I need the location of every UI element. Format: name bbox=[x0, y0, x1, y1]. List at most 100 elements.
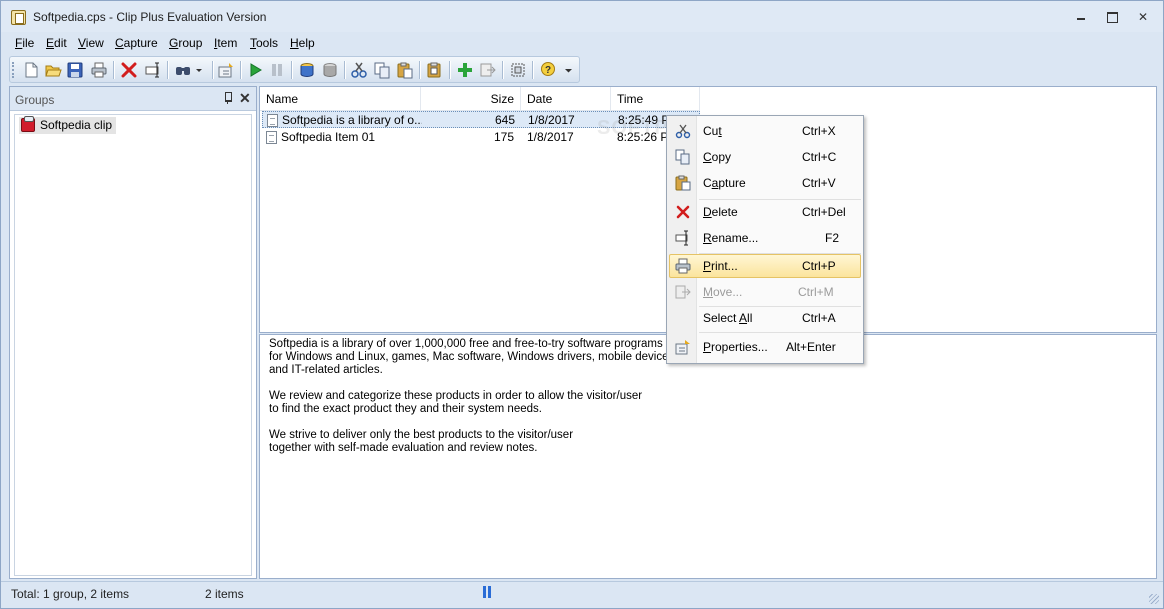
toolbar-separator bbox=[449, 61, 450, 79]
open-icon[interactable] bbox=[44, 61, 62, 79]
find-icon[interactable] bbox=[174, 61, 192, 79]
menu-item[interactable]: Item bbox=[214, 36, 237, 50]
menu-label: roup bbox=[178, 36, 203, 50]
help-icon[interactable]: ? bbox=[539, 61, 557, 79]
row-date: 1/8/2017 bbox=[528, 113, 575, 127]
start-capture-icon[interactable] bbox=[246, 61, 264, 79]
cut-icon bbox=[675, 123, 691, 139]
column-time[interactable]: Time bbox=[611, 87, 700, 111]
row-date: 1/8/2017 bbox=[527, 130, 574, 144]
app-icon bbox=[11, 10, 26, 25]
minimize-button[interactable] bbox=[1072, 9, 1090, 25]
menu-item-label: Properties... bbox=[703, 335, 768, 359]
group-icon[interactable] bbox=[298, 61, 316, 79]
close-panel-icon[interactable]: ✕ bbox=[239, 90, 251, 107]
menu-item-delete[interactable]: Delete Ctrl+Del bbox=[669, 200, 861, 224]
menu-item-shortcut: Alt+Enter bbox=[786, 340, 836, 354]
delete-icon bbox=[675, 204, 691, 220]
group-node-label: Softpedia clip bbox=[40, 118, 113, 132]
label-text: Cu bbox=[703, 124, 719, 138]
menu-label: tem bbox=[217, 36, 238, 50]
label-hotkey: P bbox=[703, 259, 712, 273]
label-hotkey: P bbox=[703, 340, 712, 354]
copy-icon[interactable] bbox=[373, 61, 391, 79]
menu-hotkey: H bbox=[290, 36, 299, 50]
toolbar-separator bbox=[532, 61, 533, 79]
pause-capture-icon[interactable] bbox=[268, 61, 286, 79]
column-name[interactable]: Name bbox=[260, 87, 421, 111]
move-icon bbox=[675, 284, 691, 300]
toolbar-separator bbox=[113, 61, 114, 79]
group-node-softpedia-clip[interactable]: Softpedia clip bbox=[19, 116, 117, 134]
preview-line: to find the exact product they and their… bbox=[269, 403, 542, 415]
menu-item-copy[interactable]: Copy Ctrl+C bbox=[669, 145, 861, 169]
menu-item-shortcut: Ctrl+M bbox=[798, 285, 834, 299]
menu-label: iew bbox=[85, 36, 104, 50]
menu-view[interactable]: View bbox=[78, 36, 104, 50]
label-text: elete bbox=[711, 205, 738, 219]
menu-item-move[interactable]: Move... Ctrl+M bbox=[669, 280, 861, 304]
print-icon[interactable] bbox=[90, 61, 108, 79]
context-menu: Cut Ctrl+X Copy Ctrl+C Capture Ctrl+V De… bbox=[666, 115, 864, 364]
toolbar-separator bbox=[212, 61, 213, 79]
menu-item-print[interactable]: Print... Ctrl+P bbox=[669, 254, 861, 278]
menu-tools[interactable]: Tools bbox=[250, 36, 278, 50]
preview-pane[interactable]: Softpedia is a library of over 1,000,000… bbox=[259, 334, 1157, 579]
menu-hotkey: G bbox=[169, 36, 179, 50]
menu-item-shortcut: Ctrl+Del bbox=[802, 205, 846, 219]
close-window-button[interactable]: ✕ bbox=[1134, 9, 1152, 25]
menu-item-label: Copy bbox=[703, 145, 731, 169]
menu-help[interactable]: Help bbox=[290, 36, 315, 50]
column-size[interactable]: Size bbox=[421, 87, 521, 111]
row-name: Softpedia is a library of o... bbox=[282, 113, 422, 127]
menu-item-properties[interactable]: Properties... Alt+Enter bbox=[669, 335, 861, 359]
toolbar-separator bbox=[240, 61, 241, 79]
title-bar: Softpedia.cps - Clip Plus Evaluation Ver… bbox=[1, 1, 1163, 32]
capture-paused-icon bbox=[482, 586, 492, 598]
label-text: rint... bbox=[711, 259, 738, 273]
select-icon[interactable] bbox=[509, 61, 527, 79]
save-icon[interactable] bbox=[66, 61, 84, 79]
properties-icon[interactable] bbox=[217, 61, 235, 79]
menu-group[interactable]: Group bbox=[169, 36, 202, 50]
menu-item-label: Capture bbox=[703, 171, 746, 195]
rename-icon[interactable] bbox=[144, 61, 162, 79]
group-disabled-icon[interactable] bbox=[321, 61, 339, 79]
row-size: 645 bbox=[494, 113, 515, 127]
label-text: C bbox=[703, 176, 712, 190]
toolbar-separator bbox=[167, 61, 168, 79]
toolbar-separator bbox=[291, 61, 292, 79]
menu-item-capture[interactable]: Capture Ctrl+V bbox=[669, 171, 861, 195]
paste-icon[interactable] bbox=[396, 61, 414, 79]
cut-icon[interactable] bbox=[350, 61, 368, 79]
toolbar-separator bbox=[502, 61, 503, 79]
new-icon[interactable] bbox=[22, 61, 40, 79]
menu-edit[interactable]: Edit bbox=[46, 36, 67, 50]
delete-icon[interactable] bbox=[120, 61, 138, 79]
menu-label: apture bbox=[123, 36, 158, 50]
resize-grip[interactable] bbox=[1149, 594, 1159, 604]
column-date[interactable]: Date bbox=[521, 87, 611, 111]
capture-icon[interactable] bbox=[426, 61, 444, 79]
pin-icon[interactable] bbox=[223, 92, 233, 104]
copy-icon bbox=[675, 149, 691, 165]
menu-item-cut[interactable]: Cut Ctrl+X bbox=[669, 119, 861, 143]
add-icon[interactable] bbox=[456, 61, 474, 79]
toolbar-overflow-icon[interactable] bbox=[563, 61, 575, 79]
preview-line: We strive to deliver only the best produ… bbox=[269, 429, 574, 441]
menu-item-rename[interactable]: Rename... F2 bbox=[669, 226, 861, 250]
toolbar-separator bbox=[344, 61, 345, 79]
print-icon bbox=[675, 258, 691, 274]
menu-separator bbox=[699, 332, 861, 333]
move-icon[interactable] bbox=[479, 61, 497, 79]
menu-file[interactable]: File bbox=[15, 36, 34, 50]
app-window: Softpedia.cps - Clip Plus Evaluation Ver… bbox=[0, 0, 1164, 609]
menu-label: elp bbox=[298, 36, 315, 50]
toolbar-grip[interactable] bbox=[12, 62, 14, 78]
menu-bar: File Edit View Capture Group Item Tools … bbox=[1, 32, 1163, 54]
menu-item-select-all[interactable]: Select All Ctrl+A bbox=[669, 306, 861, 330]
find-dropdown-icon[interactable] bbox=[194, 61, 204, 79]
maximize-button[interactable] bbox=[1103, 9, 1121, 25]
menu-capture[interactable]: Capture bbox=[115, 36, 158, 50]
label-hotkey: t bbox=[718, 124, 722, 138]
